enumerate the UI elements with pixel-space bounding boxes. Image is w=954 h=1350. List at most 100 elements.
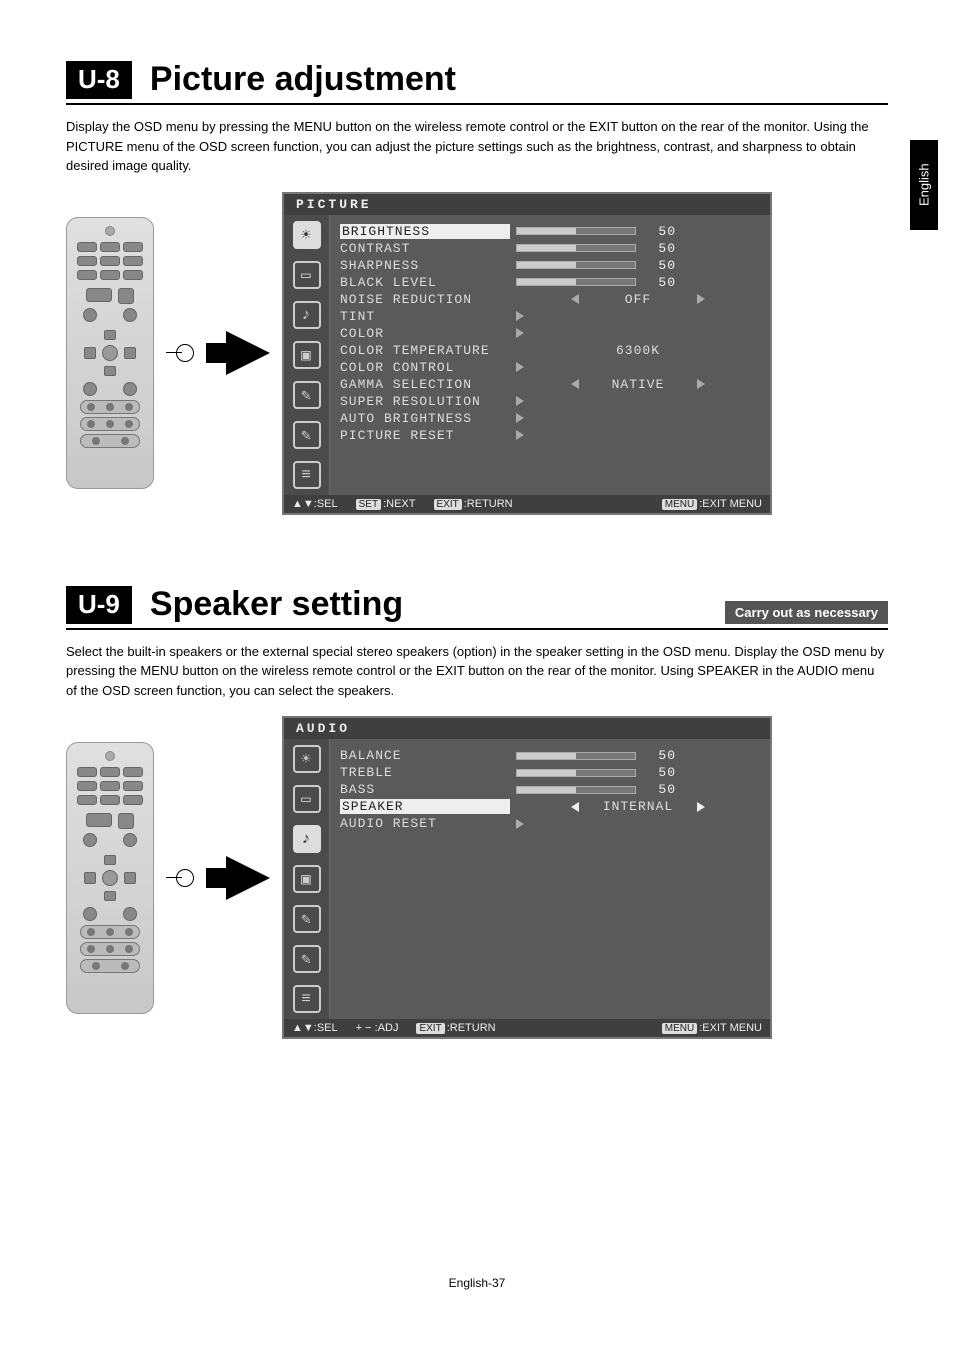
slider-track: [516, 227, 636, 235]
osd-row: COLOR TEMPERATURE 6300K: [340, 342, 760, 359]
triangle-right-icon: [516, 328, 524, 338]
osd-audio-menu: AUDIO ☀ ▭ ♪ ▣ ✎ ✎ ≡ BALANCE 50TREBLE50BAS…: [282, 716, 772, 1039]
osd-row-label: PICTURE RESET: [340, 428, 510, 443]
arrow-right-icon: [226, 856, 270, 900]
option-value: OFF: [603, 292, 673, 307]
slider-track: [516, 752, 636, 760]
note-icon: ♪: [293, 825, 321, 853]
osd-row-label: SPEAKER: [340, 799, 510, 814]
osd-row-label: NOISE REDUCTION: [340, 292, 510, 307]
tools-icon: ✎: [293, 381, 321, 409]
slider-value: 50: [642, 748, 676, 763]
slider-track: [516, 786, 636, 794]
osd-row-label: GAMMA SELECTION: [340, 377, 510, 392]
osd-row: TREBLE50: [340, 764, 760, 781]
screen-icon: ▭: [293, 261, 321, 289]
tools2-icon: ✎: [293, 421, 321, 449]
tools2-icon: ✎: [293, 945, 321, 973]
slider-track: [516, 261, 636, 269]
pip-icon: ▣: [293, 341, 321, 369]
section-u8-header: U-8 Picture adjustment: [66, 60, 888, 105]
triangle-right-icon: [516, 311, 524, 321]
pip-icon: ▣: [293, 865, 321, 893]
slider-value: 50: [642, 275, 676, 290]
screen-icon: ▭: [293, 785, 321, 813]
section-u8-chip: U-8: [66, 61, 132, 99]
option-value: 6300K: [603, 343, 673, 358]
section-u9-header: U-9 Speaker setting Carry out as necessa…: [66, 585, 888, 630]
section-u9-chip: U-9: [66, 586, 132, 624]
osd-row: BLACK LEVEL 50: [340, 274, 760, 291]
sun-icon: ☀: [293, 221, 321, 249]
triangle-right-icon: [697, 294, 705, 304]
triangle-right-icon: [516, 430, 524, 440]
magnifier-icon: [166, 867, 194, 889]
osd-category-icons: ☀ ▭ ♪ ▣ ✎ ✎ ≡: [284, 215, 330, 495]
slider-value: 50: [642, 241, 676, 256]
osd-row: SUPER RESOLUTION: [340, 393, 760, 410]
osd-row: TINT: [340, 308, 760, 325]
triangle-left-icon: [571, 294, 579, 304]
osd-row: BRIGHTNESS 50: [340, 223, 760, 240]
osd-picture-menu: PICTURE ☀ ▭ ♪ ▣ ✎ ✎ ≡ BRIGHTNESS50CONTRA…: [282, 192, 772, 515]
slider-track: [516, 244, 636, 252]
remote-control-illustration-2: [66, 742, 154, 1014]
triangle-right-icon: [516, 819, 524, 829]
osd-category-icons-2: ☀ ▭ ♪ ▣ ✎ ✎ ≡: [284, 739, 330, 1019]
triangle-right-icon: [516, 413, 524, 423]
osd-picture-footer: ▲▼:SEL SET:NEXT EXIT:RETURN MENU:EXIT ME…: [284, 495, 770, 513]
triangle-right-icon: [697, 379, 705, 389]
osd-row: BALANCE 50: [340, 747, 760, 764]
slider-value: 50: [642, 224, 676, 239]
note-icon: ♪: [293, 301, 321, 329]
slider-value: 50: [642, 765, 676, 780]
osd-row: CONTRAST 50: [340, 240, 760, 257]
osd-row: COLOR: [340, 325, 760, 342]
osd-row-label: BLACK LEVEL: [340, 275, 510, 290]
osd-row: PICTURE RESET: [340, 427, 760, 444]
osd-row: GAMMA SELECTION NATIVE: [340, 376, 760, 393]
slider-track: [516, 278, 636, 286]
triangle-left-icon: [571, 379, 579, 389]
sun-icon: ☀: [293, 745, 321, 773]
section-u8-body: Display the OSD menu by pressing the MEN…: [66, 117, 888, 176]
triangle-right-icon: [697, 802, 705, 812]
osd-row-label: TINT: [340, 309, 510, 324]
triangle-left-icon: [571, 802, 579, 812]
osd-picture-title: PICTURE: [284, 194, 770, 215]
magnifier-icon: [166, 342, 194, 364]
osd-row-label: BRIGHTNESS: [340, 224, 510, 239]
figure-u9: AUDIO ☀ ▭ ♪ ▣ ✎ ✎ ≡ BALANCE 50TREBLE50BAS…: [66, 716, 888, 1039]
remote-control-illustration: [66, 217, 154, 489]
osd-row-label: BALANCE: [340, 748, 510, 763]
slider-value: 50: [642, 782, 676, 797]
section-u9-body: Select the built-in speakers or the exte…: [66, 642, 888, 701]
tools-icon: ✎: [293, 905, 321, 933]
language-tab: English: [910, 140, 938, 230]
osd-row-label: SHARPNESS: [340, 258, 510, 273]
figure-u8: PICTURE ☀ ▭ ♪ ▣ ✎ ✎ ≡ BRIGHTNESS50CONTRA…: [66, 192, 888, 515]
osd-row: AUDIO RESET: [340, 815, 760, 832]
osd-row-label: AUTO BRIGHTNESS: [340, 411, 510, 426]
osd-row-label: COLOR TEMPERATURE: [340, 343, 510, 358]
osd-row: NOISE REDUCTION OFF: [340, 291, 760, 308]
arrow-right-icon: [226, 331, 270, 375]
osd-row-label: COLOR: [340, 326, 510, 341]
option-value: NATIVE: [603, 377, 673, 392]
slider-value: 50: [642, 258, 676, 273]
osd-row: BASS 50: [340, 781, 760, 798]
osd-audio-title: AUDIO: [284, 718, 770, 739]
triangle-right-icon: [516, 396, 524, 406]
osd-row-label: CONTRAST: [340, 241, 510, 256]
osd-audio-footer: ▲▼:SEL + − :ADJ EXIT:RETURN MENU:EXIT ME…: [284, 1019, 770, 1037]
osd-row: COLOR CONTROL: [340, 359, 760, 376]
slider-track: [516, 769, 636, 777]
osd-row-label: COLOR CONTROL: [340, 360, 510, 375]
page-footer: English-37: [0, 1276, 954, 1290]
triangle-right-icon: [516, 362, 524, 372]
osd-row-label: BASS: [340, 782, 510, 797]
osd-row: SPEAKERINTERNAL: [340, 798, 760, 815]
list-icon: ≡: [293, 985, 321, 1013]
carry-out-badge: Carry out as necessary: [725, 601, 888, 624]
section-u8-title: Picture adjustment: [150, 60, 456, 99]
